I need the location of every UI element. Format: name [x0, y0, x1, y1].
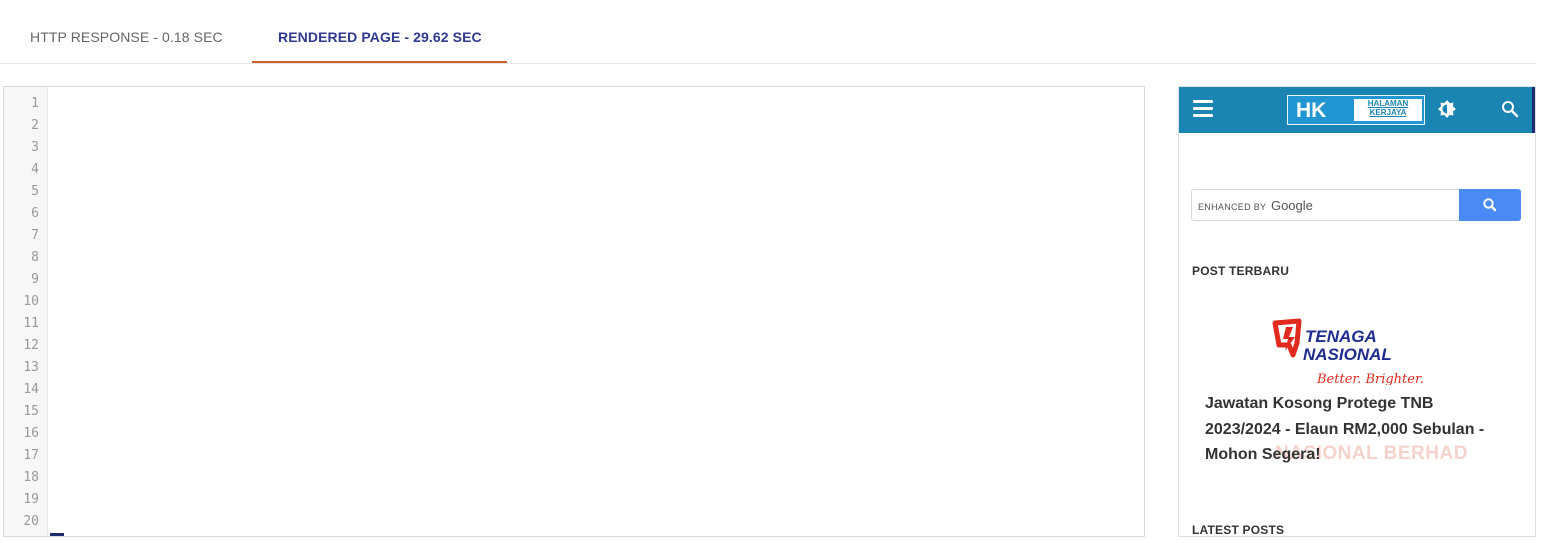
rendered-page-preview: HK HALAMAN KERJAYA ENHANCED BY Google PO… — [1178, 86, 1536, 537]
post-title-link[interactable]: Jawatan Kosong Protege TNB 2023/2024 - E… — [1205, 391, 1510, 468]
tnb-tagline: Better. Brighter. — [1316, 372, 1424, 385]
line-number: 6 — [31, 206, 39, 221]
line-number: 20 — [23, 514, 39, 529]
line-number: 16 — [23, 426, 39, 441]
tnb-line-2: NASIONAL — [1303, 345, 1392, 364]
search-brand: Google — [1270, 198, 1313, 213]
line-number: 8 — [31, 250, 39, 265]
line-number: 4 — [31, 162, 39, 177]
line-number: 12 — [23, 338, 39, 353]
logo-line-2: KERJAYA — [1369, 108, 1407, 117]
line-number: 13 — [23, 360, 39, 375]
search-icon[interactable] — [1501, 100, 1519, 118]
logo-hk-text: HK — [1296, 99, 1327, 122]
line-number-gutter: 1 2 3 4 5 6 7 8 9 10 11 12 13 14 15 16 1… — [4, 87, 48, 536]
site-logo[interactable]: HK HALAMAN KERJAYA — [1287, 95, 1425, 125]
search-prefix: ENHANCED BY — [1198, 202, 1267, 212]
logo-wordmark: HALAMAN KERJAYA — [1354, 99, 1422, 121]
line-number: 15 — [23, 404, 39, 419]
post-thumbnail[interactable]: TENAGA NASIONAL Better. Brighter. — [1269, 315, 1429, 385]
line-number: 19 — [23, 492, 39, 507]
line-number: 7 — [31, 228, 39, 243]
line-number: 11 — [23, 316, 39, 331]
line-number: 5 — [31, 184, 39, 199]
line-number: 14 — [23, 382, 39, 397]
line-number: 10 — [23, 294, 39, 309]
site-search-field[interactable]: ENHANCED BY Google — [1191, 189, 1521, 221]
line-number: 17 — [23, 448, 39, 463]
search-button-icon — [1483, 198, 1497, 212]
line-number: 3 — [31, 140, 39, 155]
search-placeholder: ENHANCED BY Google — [1198, 198, 1313, 213]
line-number: 9 — [31, 272, 39, 287]
tnb-line-1: TENAGA — [1305, 327, 1377, 346]
source-code-viewer[interactable]: 1 2 3 4 5 6 7 8 9 10 11 12 13 14 15 16 1… — [3, 86, 1145, 537]
line-number: 1 — [31, 96, 39, 111]
theme-toggle-icon[interactable] — [1437, 99, 1457, 119]
tnb-logo: TENAGA NASIONAL Better. Brighter. — [1272, 318, 1424, 385]
line-number: 2 — [31, 118, 39, 133]
tab-rendered-page[interactable]: RENDERED PAGE - 29.62 SEC — [278, 29, 482, 45]
cursor-marker — [50, 533, 64, 536]
tab-http-response[interactable]: HTTP RESPONSE - 0.18 SEC — [30, 29, 223, 45]
active-tab-indicator — [252, 61, 507, 63]
search-button[interactable] — [1459, 189, 1521, 221]
line-number: 18 — [23, 470, 39, 485]
post-terbaru-heading: POST TERBARU — [1192, 264, 1290, 278]
site-header: HK HALAMAN KERJAYA — [1179, 87, 1535, 133]
response-tabs: HTTP RESPONSE - 0.18 SEC RENDERED PAGE -… — [0, 0, 1536, 64]
text-caret — [1144, 87, 1145, 105]
latest-posts-heading: LATEST POSTS — [1192, 523, 1285, 537]
logo-line-1: HALAMAN — [1367, 99, 1409, 108]
menu-icon[interactable] — [1193, 100, 1213, 118]
